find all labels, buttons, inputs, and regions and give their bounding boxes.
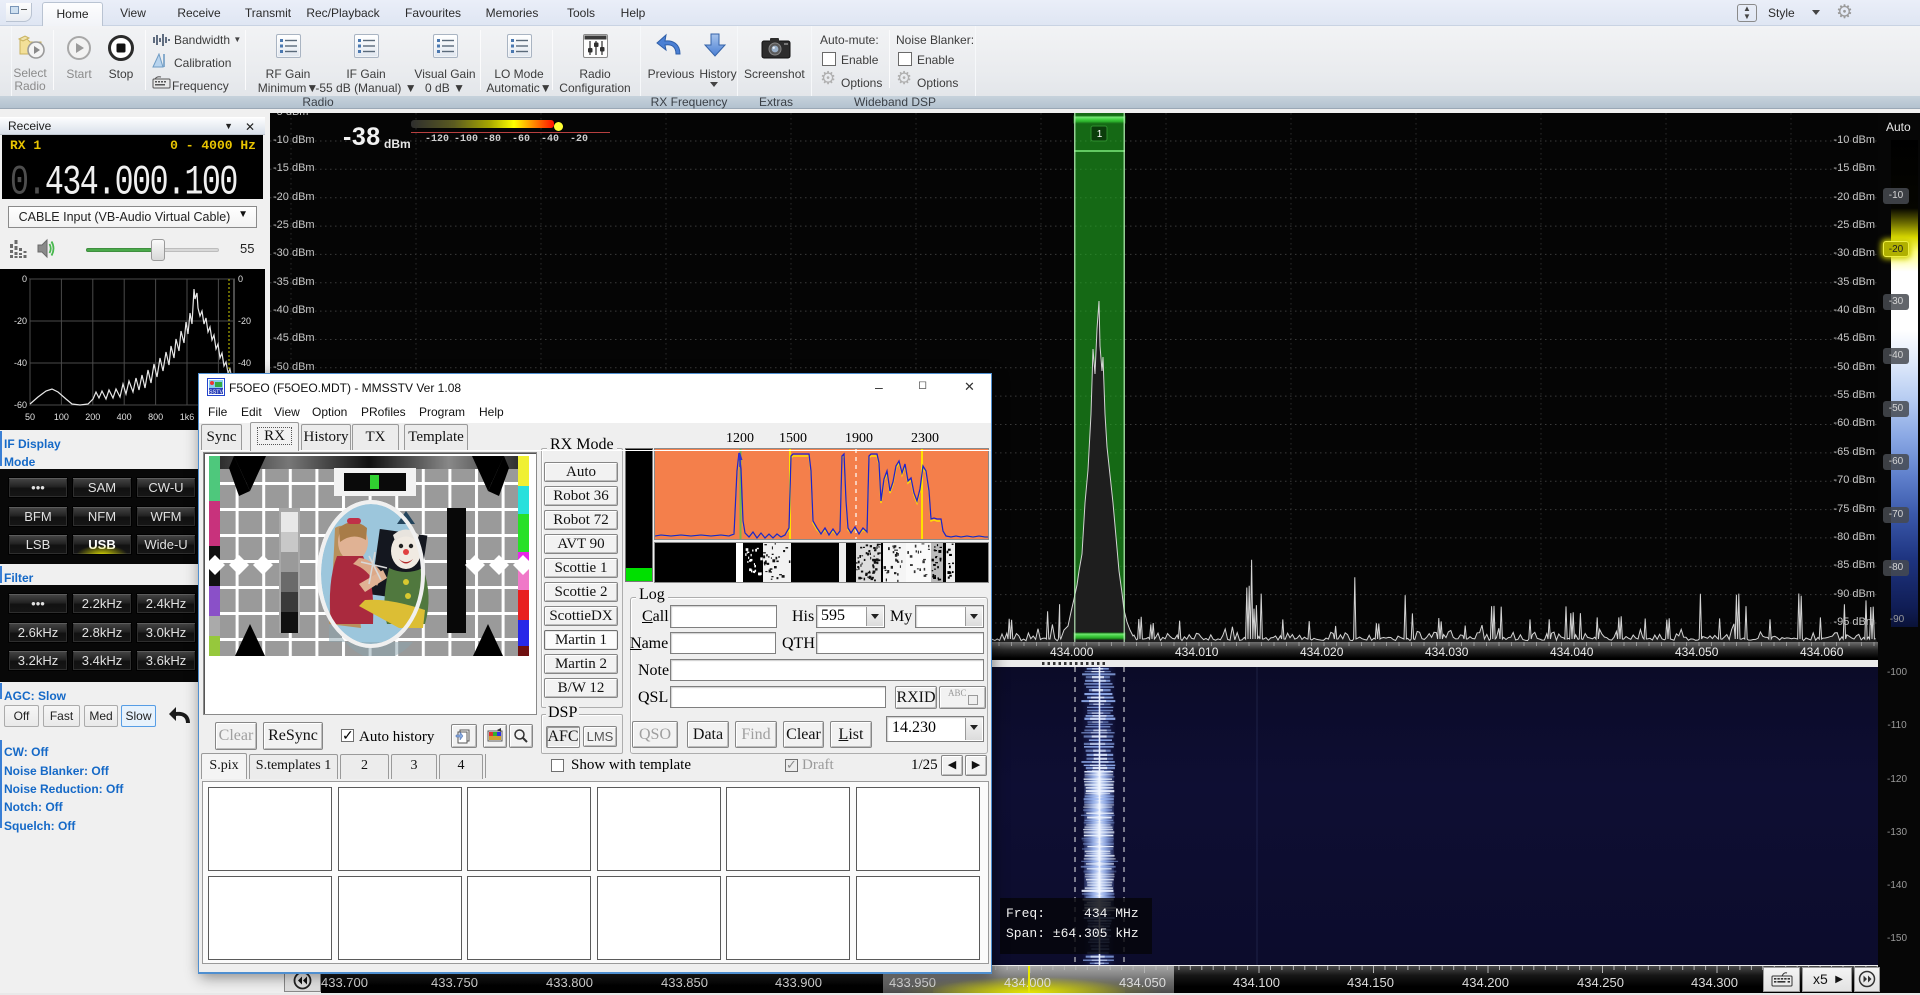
svg-text:50: 50: [25, 412, 35, 422]
svg-text:-40: -40: [14, 358, 27, 368]
svg-text:200: 200: [85, 412, 100, 422]
svg-text:SSTV: SSTV: [209, 390, 224, 396]
svg-text:800: 800: [148, 412, 163, 422]
svg-text:-20: -20: [238, 316, 251, 326]
svg-text:400: 400: [117, 412, 132, 422]
svg-text:-40: -40: [238, 358, 251, 368]
svg-text:100: 100: [54, 412, 69, 422]
svg-text:-60: -60: [14, 400, 27, 410]
svg-text:0: 0: [238, 274, 243, 284]
svg-text:0: 0: [22, 274, 27, 284]
svg-text:1k6: 1k6: [180, 412, 195, 422]
svg-text:-20: -20: [14, 316, 27, 326]
svg-text:1: 1: [1097, 129, 1103, 140]
